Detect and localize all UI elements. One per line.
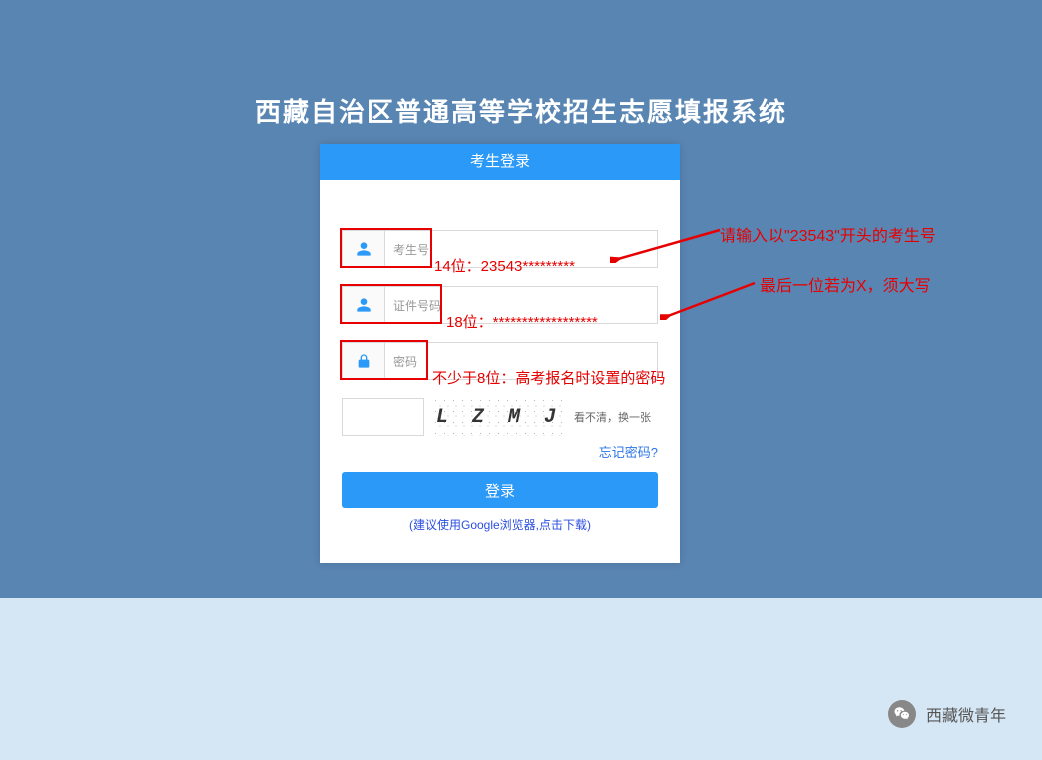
annotation-password-hint: 不少于8位：高考报名时设置的密码 [432, 367, 665, 388]
annotation-outer-2: 最后一位若为X，须大写 [760, 272, 931, 296]
login-body: 考生号 证件号码 密码 L Z M J 看不清，换一张 [320, 180, 680, 543]
brand-text: 西藏微青年 [926, 702, 1006, 726]
password-label: 密码 [385, 353, 425, 370]
captcha-input[interactable] [342, 398, 424, 436]
password-input[interactable] [425, 354, 657, 368]
candidate-input[interactable] [437, 242, 657, 256]
person-icon [343, 287, 385, 323]
page-title: 西藏自治区普通高等学校招生志愿填报系统 [0, 92, 1042, 129]
footer-brand: 西藏微青年 [888, 700, 1006, 728]
candidate-label: 考生号 [385, 241, 437, 258]
annotation-candidate-hint: 14位：23543********* [434, 255, 575, 276]
captcha-refresh-link[interactable]: 看不清，换一张 [574, 409, 651, 425]
login-header: 考生登录 [320, 144, 680, 180]
id-label: 证件号码 [385, 297, 449, 314]
forgot-password-link[interactable]: 忘记密码? [599, 445, 658, 460]
login-button[interactable]: 登录 [342, 472, 658, 508]
lock-icon [343, 343, 385, 379]
captcha-image[interactable]: L Z M J [434, 398, 564, 436]
id-input[interactable] [449, 298, 657, 312]
annotation-id-hint: 18位：****************** [446, 311, 598, 332]
wechat-icon [888, 700, 916, 728]
forgot-row: 忘记密码? [342, 442, 658, 462]
captcha-row: L Z M J 看不清，换一张 [342, 398, 658, 436]
browser-hint-link[interactable]: (建议使用Google浏览器,点击下载) [342, 516, 658, 533]
login-box: 考生登录 考生号 证件号码 密码 [320, 144, 680, 563]
person-icon [343, 231, 385, 267]
annotation-outer-1: 请输入以"23543"开头的考生号 [720, 222, 936, 246]
